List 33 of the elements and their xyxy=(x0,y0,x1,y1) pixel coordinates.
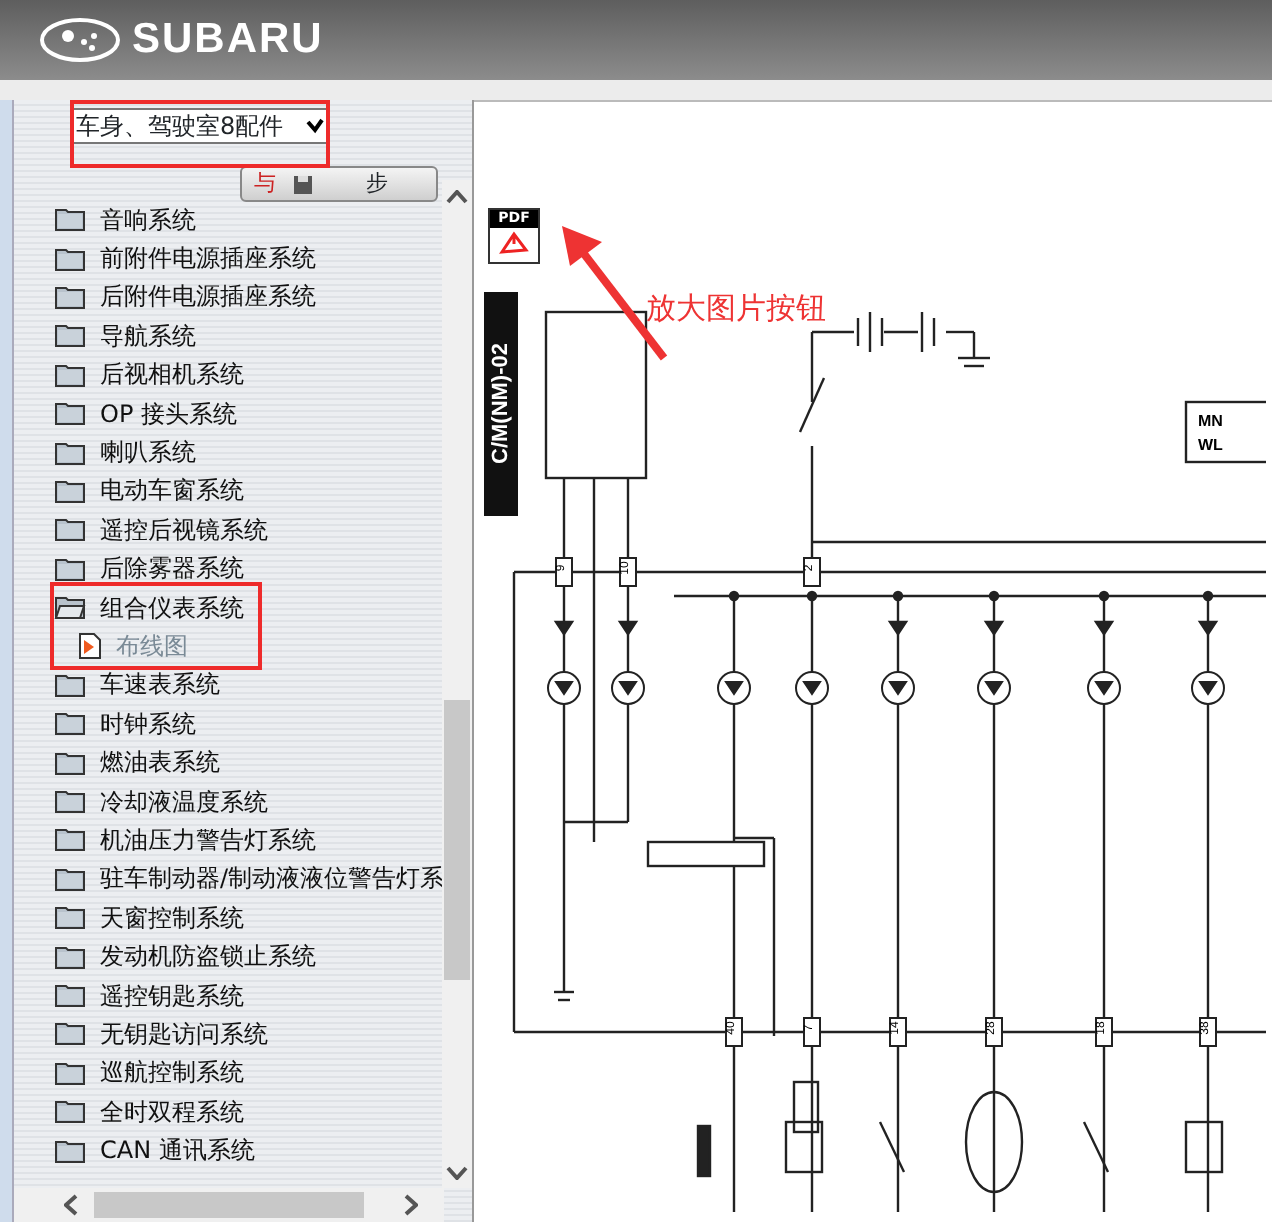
tree-item[interactable]: 全时双程系统 xyxy=(54,1091,244,1131)
tree-item[interactable]: 车速表系统 xyxy=(54,665,220,705)
tree-item[interactable]: 前附件电源插座系统 xyxy=(54,238,316,278)
tree-item[interactable]: 遥控后视镜系统 xyxy=(54,510,268,550)
tree-item[interactable]: 机油压力警告灯系统 xyxy=(54,820,316,860)
tree-item[interactable]: 音响系统 xyxy=(54,200,196,239)
annotation-text: 放大图片按钮 xyxy=(646,288,826,330)
tree-item[interactable]: 导航系统 xyxy=(54,316,196,356)
tree-item[interactable]: 时钟系统 xyxy=(54,704,196,743)
tree-item[interactable]: 驻车制动器/制动液液位警告灯系 xyxy=(54,859,445,899)
legend-code: MN xyxy=(1198,412,1223,430)
tree-item[interactable]: 发动机防盗锁止系统 xyxy=(54,936,316,976)
tree-item[interactable]: 后视相机系统 xyxy=(54,355,244,394)
tree-item[interactable]: OP 接头系统 xyxy=(54,393,237,433)
tree-item[interactable]: 电动车窗系统 xyxy=(54,471,244,511)
tree-item[interactable]: 巡航控制系统 xyxy=(54,1053,244,1092)
sync-toolbar[interactable]: 与 步 xyxy=(240,166,438,202)
tree-item[interactable]: CAN 通讯系统 xyxy=(54,1130,255,1170)
logo-text: SUBARU xyxy=(132,14,324,67)
tree-item[interactable]: 无钥匙访问系统 xyxy=(54,1014,268,1054)
category-dropdown[interactable]: 车身、驾驶室8配件 xyxy=(70,108,330,144)
tree-item[interactable]: 天窗控制系统 xyxy=(54,898,244,937)
legend-code: WL xyxy=(1198,436,1223,454)
tree-item[interactable]: 冷却液温度系统 xyxy=(54,781,268,821)
diagram-code-label: C/M(NM)-02 xyxy=(484,292,518,516)
tree-item[interactable]: 燃油表系统 xyxy=(54,742,220,782)
tree-item[interactable]: 后除雾器系统 xyxy=(54,549,244,588)
tree-item[interactable]: 组合仪表系统 xyxy=(54,587,244,627)
tree-item[interactable]: 遥控钥匙系统 xyxy=(54,975,244,1015)
toolbar-label: 步 xyxy=(366,167,388,200)
toolbar-label: 与 xyxy=(254,167,276,200)
tree-item[interactable]: 后附件电源插座系统 xyxy=(54,277,316,317)
tree-item[interactable]: 喇叭系统 xyxy=(54,432,196,472)
